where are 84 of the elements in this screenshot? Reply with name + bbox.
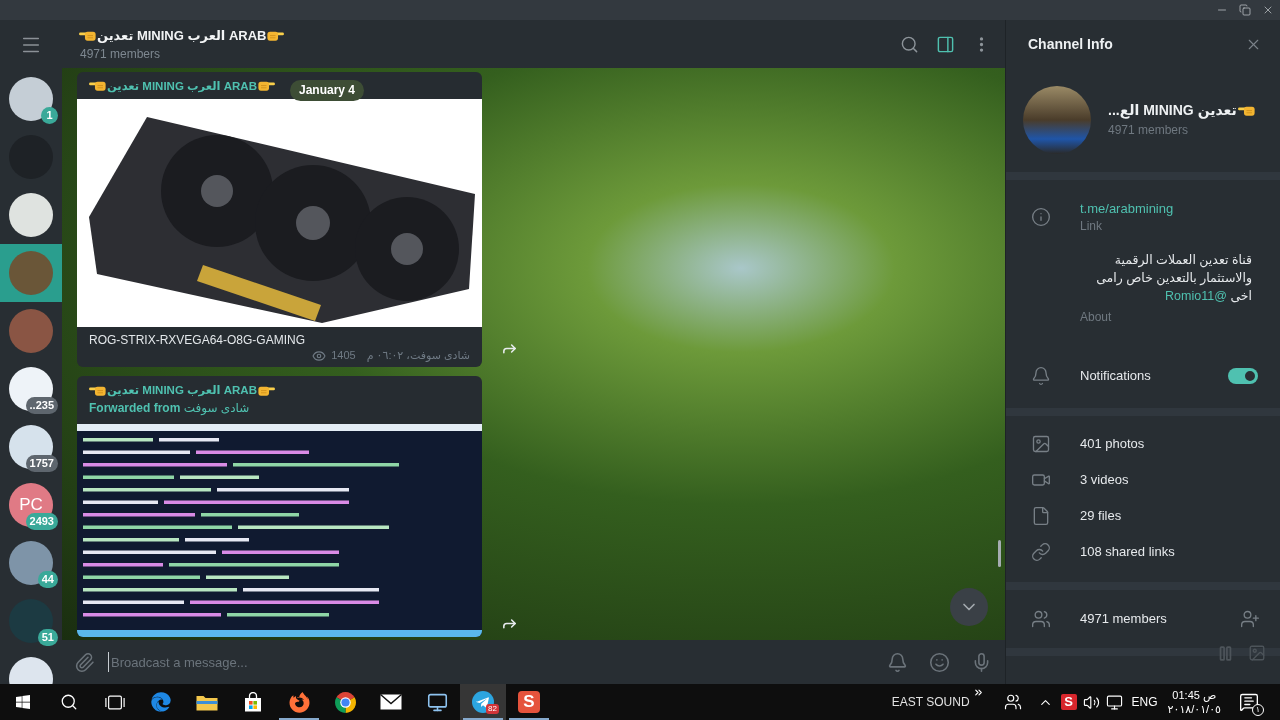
about-label: About bbox=[1079, 309, 1113, 325]
channel-link[interactable]: t.me/arabmining bbox=[1080, 200, 1174, 217]
member-count: 4971 members bbox=[1108, 123, 1190, 138]
bell-icon[interactable] bbox=[887, 651, 908, 673]
monitor-icon bbox=[426, 691, 448, 713]
speaker-icon[interactable] bbox=[1082, 693, 1100, 711]
fox-globe-icon bbox=[288, 691, 310, 713]
media-row[interactable]: 401 photos bbox=[1006, 426, 1280, 462]
restore-icon[interactable] bbox=[1239, 4, 1251, 16]
smiley-icon[interactable] bbox=[929, 651, 950, 673]
taskbar-button[interactable]: S bbox=[506, 684, 552, 720]
image-icon bbox=[1031, 434, 1051, 454]
message-composer[interactable]: Broadcast a message... bbox=[62, 640, 1005, 684]
close-icon[interactable] bbox=[1262, 4, 1274, 16]
panel-title: Channel Info bbox=[1028, 34, 1113, 54]
letter-logo: S bbox=[518, 691, 540, 713]
message-input[interactable]: Broadcast a message... bbox=[108, 652, 887, 672]
channel-title: تعدين MINING العرب ARAB bbox=[97, 27, 267, 44]
post-signature: شادی سوفت، ٠٦:٠٢ م bbox=[366, 348, 470, 363]
eye-icon bbox=[312, 348, 327, 363]
media-count: 401 photos bbox=[1080, 435, 1145, 454]
pointing-hand-icon bbox=[257, 384, 275, 396]
scrollbar-thumb[interactable] bbox=[998, 540, 1001, 567]
info-icon bbox=[1031, 207, 1051, 227]
clock-time[interactable]: 01:45 ص bbox=[1172, 688, 1217, 702]
unread-count: 82 bbox=[486, 704, 499, 714]
unread-count: 2493 bbox=[25, 513, 58, 530]
taskbar-button[interactable]: 82 bbox=[460, 684, 506, 720]
chat-list-item[interactable]: 1757 bbox=[0, 418, 62, 476]
notifications-label: Notifications bbox=[1080, 367, 1152, 386]
unread-count: 1757 bbox=[25, 455, 58, 472]
link-icon bbox=[1031, 542, 1051, 562]
notification-center-icon[interactable] bbox=[1239, 692, 1259, 712]
pointing-hand-icon bbox=[1237, 105, 1255, 116]
photo-caption: ROG-STRIX-RXVEGA64-O8G-GAMING bbox=[88, 332, 307, 348]
channel-name: تعدين MINING الع... bbox=[1108, 102, 1237, 119]
pointing-hand-icon bbox=[79, 30, 96, 41]
media-row[interactable]: 29 files bbox=[1006, 498, 1280, 534]
e-logo-icon bbox=[151, 692, 171, 712]
people-icon[interactable] bbox=[1003, 693, 1022, 711]
members-count: 4971 members bbox=[1080, 610, 1168, 629]
chat-list-item[interactable]: ..235 bbox=[0, 360, 62, 418]
file-icon bbox=[1031, 506, 1051, 526]
view-count: 1405 bbox=[331, 348, 356, 363]
search-icon[interactable] bbox=[900, 34, 919, 54]
folder-icon bbox=[196, 693, 218, 711]
side-panel-icon[interactable] bbox=[936, 34, 955, 54]
network-icon[interactable] bbox=[1105, 693, 1123, 711]
letter-logo: S bbox=[1060, 694, 1077, 710]
pointing-hand-icon bbox=[89, 384, 106, 396]
media-count: 3 videos bbox=[1080, 471, 1129, 490]
sender-name: تعدين MINING العرب ARAB bbox=[107, 383, 257, 397]
unread-count: 44 bbox=[37, 571, 58, 588]
four-panes-icon bbox=[15, 694, 31, 710]
pointing-hand-icon bbox=[89, 80, 106, 91]
media-row[interactable]: 108 shared links bbox=[1006, 534, 1280, 570]
member-count: 4971 members bbox=[79, 46, 162, 61]
paperclip-icon[interactable] bbox=[74, 651, 95, 673]
media-count: 108 shared links bbox=[1080, 543, 1175, 562]
clock-date[interactable]: ٢٠١٨/٠١/٠٥ bbox=[1167, 702, 1221, 716]
unread-count: 1 bbox=[41, 107, 58, 124]
notifications-switch[interactable] bbox=[1228, 368, 1258, 384]
search-icon bbox=[60, 693, 78, 711]
mention-link[interactable]: @Romio11 bbox=[1165, 289, 1227, 303]
segmented-circle-icon bbox=[334, 691, 356, 713]
sender-name: تعدين MINING العرب ARAB bbox=[107, 78, 257, 93]
media-count: 29 files bbox=[1080, 507, 1122, 526]
notification-count: ١ bbox=[1252, 704, 1264, 716]
pointing-hand-icon bbox=[257, 80, 275, 91]
link-label: Link bbox=[1080, 219, 1103, 234]
double-chevron-icon[interactable] bbox=[972, 687, 984, 698]
add-person-icon[interactable] bbox=[1240, 609, 1260, 629]
people-icon bbox=[1031, 609, 1051, 629]
unread-count: 51 bbox=[37, 629, 58, 646]
task-view-icon bbox=[105, 694, 125, 710]
unread-count: ..235 bbox=[25, 397, 58, 414]
input-language[interactable]: ENG bbox=[1131, 693, 1158, 711]
toolbar-label[interactable]: EAST SOUND bbox=[891, 693, 970, 711]
envelope-icon bbox=[380, 694, 402, 710]
bell-icon bbox=[1031, 366, 1051, 386]
media-row[interactable]: 3 videos bbox=[1006, 462, 1280, 498]
sticky-date: January 4 bbox=[290, 80, 365, 101]
pointing-hand-icon bbox=[267, 30, 285, 41]
shopping-bag-icon bbox=[243, 692, 263, 712]
